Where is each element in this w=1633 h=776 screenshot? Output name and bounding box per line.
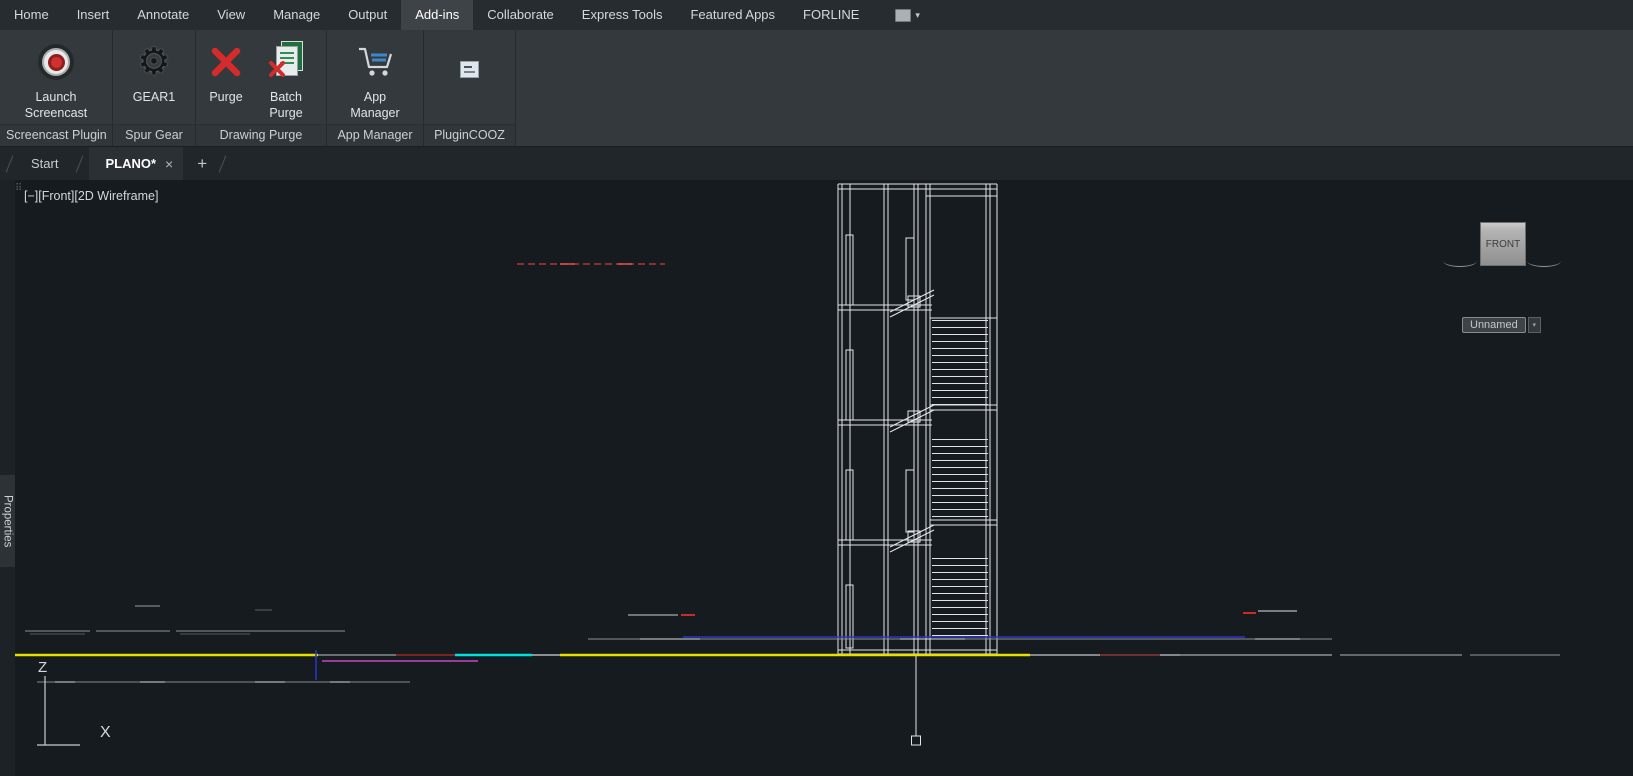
viewport-visual-style-control[interactable]: [2D Wireframe] xyxy=(74,189,158,203)
file-tab-start-label: Start xyxy=(31,156,58,171)
ribbon-tab-featured-apps[interactable]: Featured Apps xyxy=(676,0,789,30)
ribbon-tab-forline[interactable]: FORLINE xyxy=(789,0,873,30)
properties-palette-tab[interactable]: Properties xyxy=(0,475,15,567)
gear1-button[interactable]: ⚙ GEAR1 xyxy=(129,35,179,106)
plugincooz-icon xyxy=(460,61,479,78)
gear1-label: GEAR1 xyxy=(133,89,175,105)
app-manager-label: App Manager xyxy=(339,89,411,122)
batch-purge-icon xyxy=(267,41,305,83)
ucs-icon: Z X xyxy=(37,659,410,745)
launch-screencast-label: Launch Screencast xyxy=(18,89,94,122)
ribbon-thumbnail-icon xyxy=(895,9,911,22)
unnamed-view-dropdown[interactable]: ▾ xyxy=(1528,317,1541,333)
ribbon-tab-collaborate[interactable]: Collaborate xyxy=(473,0,568,30)
viewcube-compass-arc-right xyxy=(1527,255,1561,267)
purge-x-icon xyxy=(208,44,244,80)
launch-screencast-button[interactable]: Launch Screencast xyxy=(14,35,98,123)
viewport-minimize-control[interactable]: [−] xyxy=(24,189,38,203)
new-tab-button[interactable]: + xyxy=(191,147,213,180)
file-tab-plano-label: PLANO* xyxy=(105,156,156,171)
viewport-controls: [−] [Front] [2D Wireframe] xyxy=(24,189,158,203)
app-manager-button[interactable]: App Manager xyxy=(335,35,415,123)
screencast-record-icon xyxy=(38,44,74,80)
panel-title-drawing-purge: Drawing Purge xyxy=(196,124,326,146)
palette-grip-icon: ⠿ xyxy=(15,183,21,194)
panel-title-spur-gear: Spur Gear xyxy=(113,124,195,146)
unnamed-view-button[interactable]: Unnamed xyxy=(1462,317,1526,333)
ribbon-panel-plugincooz: PluginCOOZ xyxy=(424,30,516,146)
file-tab-start[interactable]: Start xyxy=(19,147,70,180)
panel-title-plugincooz: PluginCOOZ xyxy=(424,124,515,146)
viewcube[interactable]: FRONT xyxy=(1443,218,1563,282)
close-tab-icon[interactable]: × xyxy=(165,156,173,172)
viewcube-front-face[interactable]: FRONT xyxy=(1480,222,1526,266)
viewcube-front-label: FRONT xyxy=(1486,239,1520,250)
ribbon-tab-annotate[interactable]: Annotate xyxy=(123,0,203,30)
tab-separator xyxy=(6,155,14,172)
scattered-marks xyxy=(135,606,1297,615)
ribbon-tab-bar: Home Insert Annotate View Manage Output … xyxy=(0,0,1633,30)
view-section-control: Unnamed ▾ xyxy=(1462,317,1541,333)
batch-purge-button[interactable]: Batch Purge xyxy=(254,35,318,123)
stair-stringers xyxy=(890,290,934,552)
ucs-z-axis-label: Z xyxy=(38,659,47,676)
gear-icon: ⚙ xyxy=(137,42,170,82)
panel-title-app-manager: App Manager xyxy=(327,124,423,146)
viewport-view-control[interactable]: [Front] xyxy=(38,189,74,203)
ribbon-tab-add-ins[interactable]: Add-ins xyxy=(401,0,473,30)
ribbon-panel-app-manager: App Manager App Manager xyxy=(327,30,424,146)
tab-separator xyxy=(76,155,84,172)
ribbon-tab-view[interactable]: View xyxy=(203,0,259,30)
ribbon-tab-output[interactable]: Output xyxy=(334,0,401,30)
file-tab-bar: Start PLANO* × + xyxy=(0,147,1633,180)
panel-title-screencast-plugin: Screencast Plugin xyxy=(0,124,112,146)
chevron-down-icon: ▾ xyxy=(1532,321,1536,329)
ribbon-tab-insert[interactable]: Insert xyxy=(63,0,124,30)
ground-lines xyxy=(0,631,1560,680)
purge-label: Purge xyxy=(209,89,242,105)
ribbon-display-options[interactable]: ▾ xyxy=(885,0,930,30)
ribbon-panel-drawing-purge: Purge Batch Purge Drawing Purge xyxy=(196,30,327,146)
ribbon-tab-home[interactable]: Home xyxy=(0,0,63,30)
app-manager-cart-icon xyxy=(354,42,396,82)
ucs-x-axis-label: X xyxy=(100,724,111,741)
plugincooz-button[interactable] xyxy=(456,35,483,90)
ribbon-tab-manage[interactable]: Manage xyxy=(259,0,334,30)
ribbon-panel-spur-gear: ⚙ GEAR1 Spur Gear xyxy=(113,30,196,146)
ribbon-panel-screencast-plugin: Launch Screencast Screencast Plugin xyxy=(0,30,113,146)
drawing-area: Z X Properties ⠿ [−] [Front] [2D Wirefra… xyxy=(0,180,1633,776)
stair-hatch xyxy=(932,320,988,637)
ribbon: Launch Screencast Screencast Plugin ⚙ GE… xyxy=(0,30,1633,147)
properties-tab-label: Properties xyxy=(2,495,14,547)
chevron-down-icon: ▾ xyxy=(915,10,920,21)
batch-purge-label: Batch Purge xyxy=(258,89,314,122)
ribbon-tab-express-tools[interactable]: Express Tools xyxy=(568,0,677,30)
file-tab-plano[interactable]: PLANO* × xyxy=(89,147,183,180)
purge-button[interactable]: Purge xyxy=(204,35,248,106)
tab-separator xyxy=(219,155,227,172)
viewcube-compass-arc-left xyxy=(1443,255,1477,267)
drawing-viewport[interactable]: Z X xyxy=(0,180,1633,776)
